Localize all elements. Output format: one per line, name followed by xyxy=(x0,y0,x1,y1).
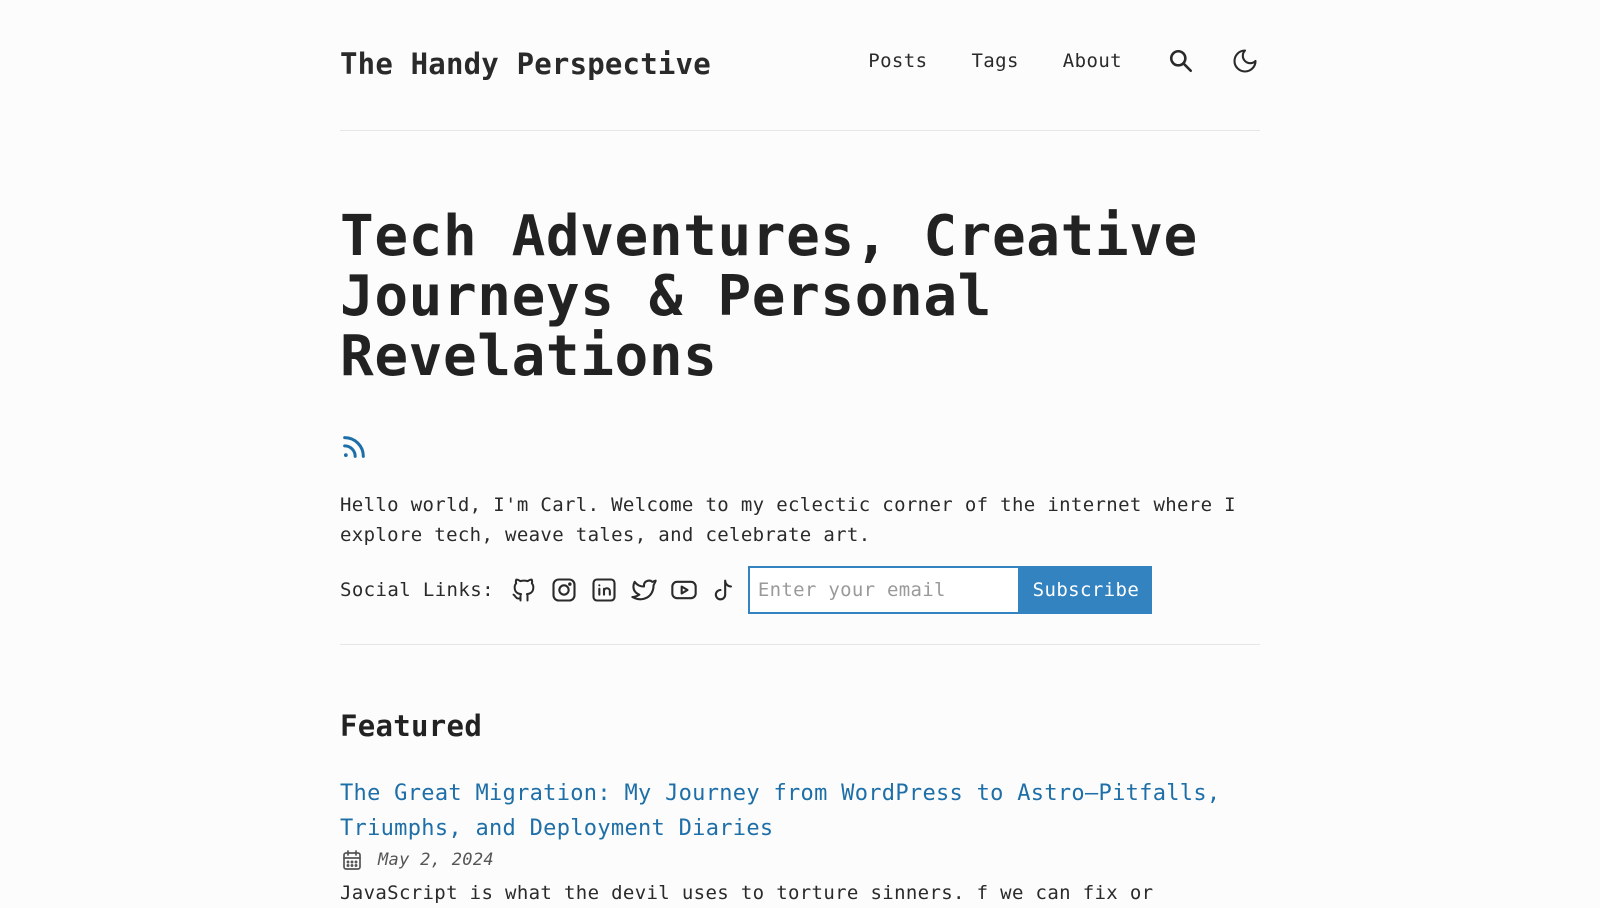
subscribe-form: Subscribe xyxy=(747,566,1152,614)
site-title[interactable]: The Handy Perspective xyxy=(340,47,711,81)
featured-heading: Featured xyxy=(340,709,483,743)
nav-about[interactable]: About xyxy=(1063,50,1122,72)
intro-text: Hello world, I'm Carl. Welcome to my ecl… xyxy=(340,494,1236,546)
page-container: The Handy Perspective Posts Tags About T… xyxy=(340,0,1260,904)
featured-post-title[interactable]: The Great Migration: My Journey from Wor… xyxy=(340,776,1260,846)
section-divider xyxy=(340,644,1260,645)
youtube-icon[interactable] xyxy=(668,574,700,606)
tiktok-icon[interactable] xyxy=(708,574,740,606)
hero-title: Tech Adventures, Creative Journeys & Per… xyxy=(340,204,1198,389)
search-icon[interactable] xyxy=(1166,46,1196,76)
social-links-label: Social Links: xyxy=(340,579,494,601)
calendar-icon xyxy=(343,850,361,870)
subscribe-button[interactable]: Subscribe xyxy=(1019,566,1152,614)
instagram-icon[interactable] xyxy=(548,574,580,606)
email-input[interactable] xyxy=(747,566,1020,614)
linkedin-icon[interactable] xyxy=(588,574,620,606)
twitter-icon[interactable] xyxy=(628,574,660,606)
nav-posts[interactable]: Posts xyxy=(868,50,927,72)
nav-tags[interactable]: Tags xyxy=(971,50,1018,72)
social-links-row: Social Links: Enter your email Subscribe xyxy=(340,566,1152,614)
moon-icon[interactable] xyxy=(1230,46,1260,76)
post-excerpt: JavaScript is what the devil uses to tor… xyxy=(340,882,1154,904)
site-header: The Handy Perspective Posts Tags About xyxy=(340,0,1260,131)
post-meta: May 2, 2024 xyxy=(340,848,494,872)
post-date: May 2, 2024 xyxy=(378,850,494,870)
main-nav: Posts Tags About xyxy=(868,46,1260,76)
rss-icon[interactable] xyxy=(340,433,368,461)
github-icon[interactable] xyxy=(508,574,540,606)
